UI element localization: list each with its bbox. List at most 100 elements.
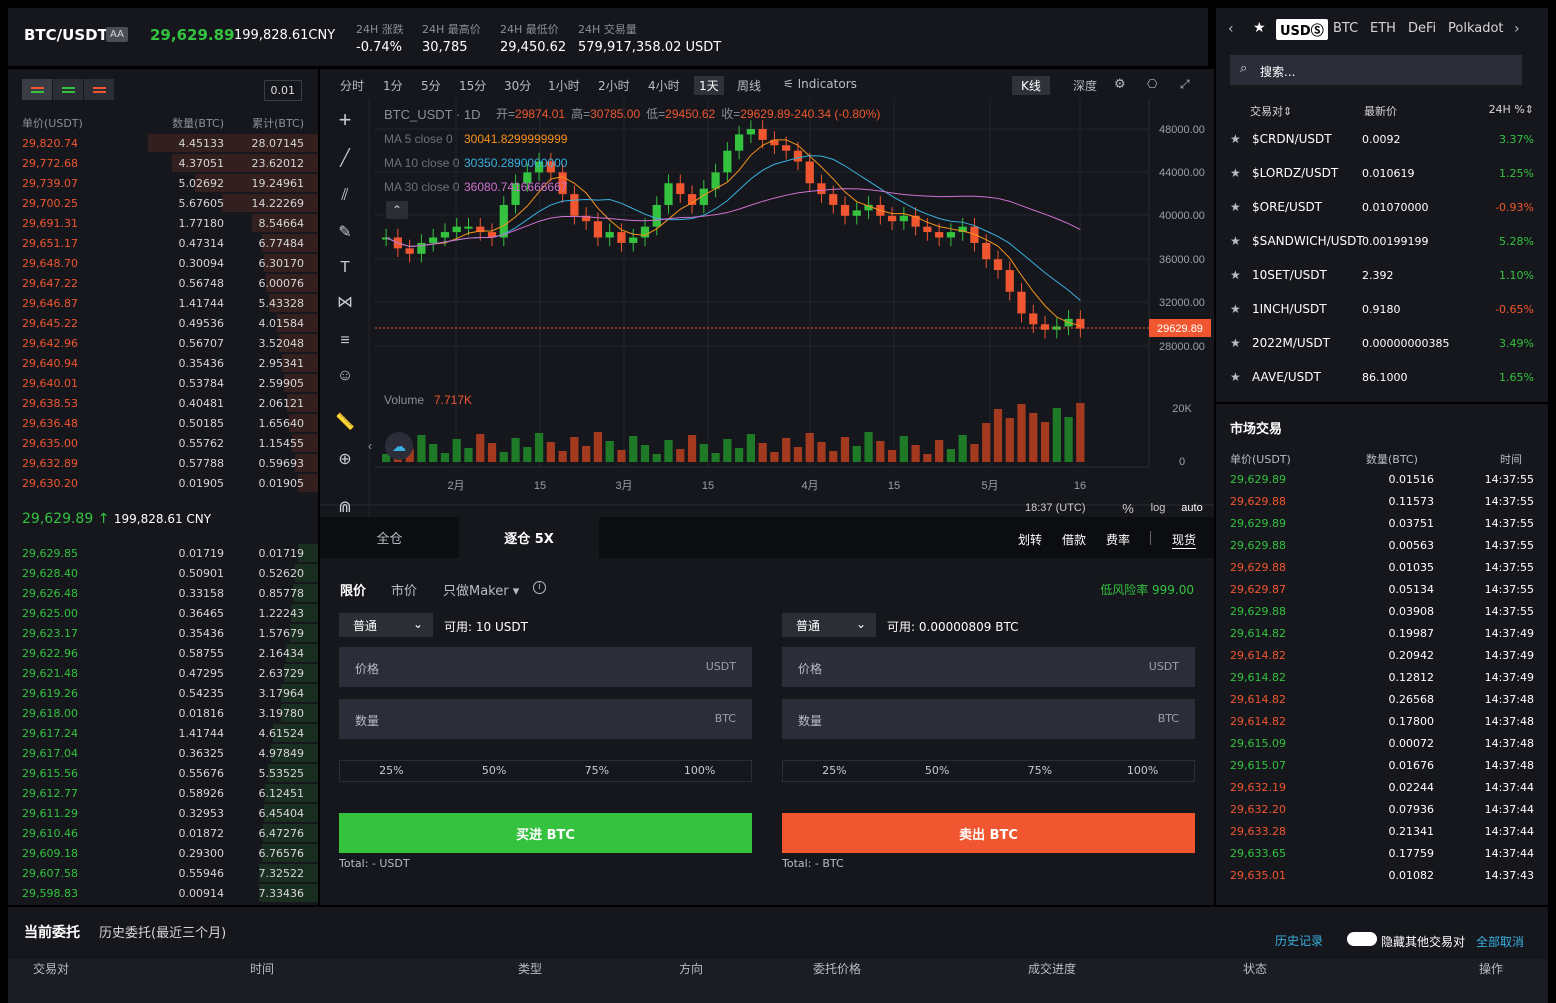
pair-row[interactable]: ★ 10SET/USDT 2.392 1.10%	[1230, 258, 1534, 292]
sell-pct-75[interactable]: 75%	[989, 761, 1092, 781]
orderbook-row[interactable]: 29,625.00 0.36465 1.22243	[22, 603, 318, 623]
sell-pct-25[interactable]: 25%	[783, 761, 886, 781]
price-step-select[interactable]: 0.01	[263, 80, 302, 101]
cross-margin-tab[interactable]: 全仓	[320, 517, 459, 558]
pitchfork-icon[interactable]: ⫽	[340, 187, 348, 204]
orderbook-row[interactable]: 29,640.01 0.53784 2.59905	[22, 373, 318, 393]
tab-open-orders[interactable]: 当前委托	[24, 922, 80, 942]
orderbook-row[interactable]: 29,621.48 0.47295 2.63729	[22, 663, 318, 683]
buy-button[interactable]: 买进 BTC	[339, 813, 752, 853]
chevron-right-icon[interactable]: ›	[1514, 21, 1520, 37]
orderbook-row[interactable]: 29,820.74 4.45133 28.07145	[22, 133, 318, 153]
sell-button[interactable]: 卖出 BTC	[782, 813, 1195, 853]
buy-amount-input[interactable]: 数量 BTC	[339, 699, 752, 739]
sell-mode-select[interactable]: 普通 ⌄	[782, 613, 876, 637]
pair-row[interactable]: ★ $CRDN/USDT 0.0092 3.37%	[1230, 122, 1534, 156]
star-icon[interactable]: ★	[1253, 20, 1266, 36]
trendline-icon[interactable]: ╱	[339, 148, 351, 167]
sell-pct-50[interactable]: 50%	[886, 761, 989, 781]
orderbook-row[interactable]: 29,617.04 0.36325 4.97849	[22, 743, 318, 763]
sell-price-input[interactable]: 价格 USDT	[782, 647, 1195, 687]
star-icon[interactable]: ★	[1230, 302, 1252, 316]
orderbook-row[interactable]: 29,619.26 0.54235 3.17964	[22, 683, 318, 703]
orderbook-row[interactable]: 29,629.85 0.01719 0.01719	[22, 543, 318, 563]
tab-usds[interactable]: USDⓈ	[1276, 19, 1328, 40]
text-icon[interactable]: T	[340, 259, 350, 276]
orderbook-row[interactable]: 29,610.46 0.01872 6.47276	[22, 823, 318, 843]
isolated-margin-tab[interactable]: 逐仓 5X	[459, 517, 599, 558]
orderbook-row[interactable]: 29,628.40 0.50901 0.52620	[22, 563, 318, 583]
orderbook-row[interactable]: 29,607.58 0.55946 7.32522	[22, 863, 318, 883]
col-pair[interactable]: 交易对⇕	[1250, 103, 1292, 119]
orderbook-row[interactable]: 29,623.17 0.35436 1.57679	[22, 623, 318, 643]
star-icon[interactable]: ★	[1230, 234, 1252, 248]
orderbook-row[interactable]: 29,611.29 0.32953 6.45404	[22, 803, 318, 823]
search-input[interactable]: ⌕ 搜索...	[1230, 55, 1522, 85]
market-tab[interactable]: 市价	[391, 580, 417, 599]
bids-only-icon[interactable]	[53, 79, 84, 100]
star-icon[interactable]: ★	[1230, 268, 1252, 282]
buy-percent-slider[interactable]: 25% 50% 75% 100%	[339, 760, 752, 782]
orderbook-row[interactable]: 29,648.70 0.30094 6.30170	[22, 253, 318, 273]
spot-link[interactable]: 现货	[1172, 531, 1197, 549]
col-change[interactable]: 24H %⇕	[1489, 103, 1534, 116]
orderbook-row[interactable]: 29,772.68 4.37051 23.62012	[22, 153, 318, 173]
pair-row[interactable]: ★ $ORE/USDT 0.01070000 -0.93%	[1230, 190, 1534, 224]
hide-other-pairs-toggle[interactable]	[1347, 932, 1377, 946]
star-icon[interactable]: ★	[1230, 336, 1252, 350]
buy-pct-50[interactable]: 50%	[443, 761, 546, 781]
buy-pct-75[interactable]: 75%	[546, 761, 649, 781]
magnet-icon[interactable]: ⋒	[338, 499, 351, 516]
orderbook-row[interactable]: 29,618.00 0.01816 3.19780	[22, 703, 318, 723]
buy-pct-100[interactable]: 100%	[648, 761, 751, 781]
orderbook-row[interactable]: 29,612.77 0.58926 6.12451	[22, 783, 318, 803]
cancel-all-button[interactable]: 全部取消	[1476, 933, 1524, 950]
orderbook-row[interactable]: 29,642.96 0.56707 3.52048	[22, 333, 318, 353]
chevron-left-icon[interactable]: ‹	[1228, 21, 1234, 37]
pair-title[interactable]: BTC/USDT	[24, 26, 108, 44]
limit-tab[interactable]: 限价	[340, 580, 366, 599]
orderbook-row[interactable]: 29,622.96 0.58755 2.16434	[22, 643, 318, 663]
sell-percent-slider[interactable]: 25% 50% 75% 100%	[782, 760, 1195, 782]
buy-pct-25[interactable]: 25%	[340, 761, 443, 781]
measure-icon[interactable]: ≡	[340, 332, 349, 349]
buy-price-input[interactable]: 价格 USDT	[339, 647, 752, 687]
maker-only-dropdown[interactable]: 只做Maker ▾	[443, 580, 519, 599]
ruler-icon[interactable]: 📏	[335, 412, 355, 431]
tab-eth[interactable]: ETH	[1370, 21, 1396, 36]
sell-amount-input[interactable]: 数量 BTC	[782, 699, 1195, 739]
orderbook-row[interactable]: 29,646.87 1.41744 5.43328	[22, 293, 318, 313]
orderbook-row[interactable]: 29,651.17 0.47314 6.77484	[22, 233, 318, 253]
history-link[interactable]: 历史记录	[1275, 932, 1323, 949]
sell-pct-100[interactable]: 100%	[1091, 761, 1194, 781]
orderbook-row[interactable]: 29,700.25 5.67605 14.22269	[22, 193, 318, 213]
orderbook-row[interactable]: 29,636.48 0.50185 1.65640	[22, 413, 318, 433]
orderbook-row[interactable]: 29,691.31 1.77180 8.54664	[22, 213, 318, 233]
tab-defi[interactable]: DeFi	[1408, 21, 1436, 36]
pair-row[interactable]: ★ AAVE/USDT 86.1000 1.65%	[1230, 360, 1534, 394]
star-icon[interactable]: ★	[1230, 200, 1252, 214]
pattern-icon[interactable]: ⋈	[337, 294, 353, 311]
orderbook-row[interactable]: 29,645.22 0.49536 4.01584	[22, 313, 318, 333]
orderbook-row[interactable]: 29,617.24 1.41744 4.61524	[22, 723, 318, 743]
orderbook-row[interactable]: 29,598.83 0.00914 7.33436	[22, 883, 318, 903]
tab-polkadot[interactable]: Polkadot	[1448, 21, 1504, 36]
tab-btc[interactable]: BTC	[1333, 21, 1358, 36]
info-icon[interactable]: i	[533, 581, 546, 594]
orderbook-row[interactable]: 29,626.48 0.33158 0.85778	[22, 583, 318, 603]
orderbook-row[interactable]: 29,638.53 0.40481 2.06121	[22, 393, 318, 413]
fee-link[interactable]: 费率	[1106, 531, 1130, 548]
pair-row[interactable]: ★ 2022M/USDT 0.00000000385 3.49%	[1230, 326, 1534, 360]
star-icon[interactable]: ★	[1230, 370, 1252, 384]
orderbook-row[interactable]: 29,609.18 0.29300 6.76576	[22, 843, 318, 863]
asks-only-icon[interactable]	[84, 79, 115, 100]
borrow-link[interactable]: 借款	[1062, 531, 1086, 548]
brush-icon[interactable]: ✎	[338, 224, 351, 241]
both-sides-icon[interactable]	[22, 79, 53, 100]
orderbook-row[interactable]: 29,630.20 0.01905 0.01905	[22, 473, 318, 493]
star-icon[interactable]: ★	[1230, 132, 1252, 146]
price-chart[interactable]: 48000.00 44000.00 40000.00 36000.00 32000.00…	[320, 69, 1214, 517]
crosshair-icon[interactable]: +	[339, 107, 352, 132]
orderbook-row[interactable]: 29,615.56 0.55676 5.53525	[22, 763, 318, 783]
pair-row[interactable]: ★ $SANDWICH/USDT 0.00199199 5.28%	[1230, 224, 1534, 258]
